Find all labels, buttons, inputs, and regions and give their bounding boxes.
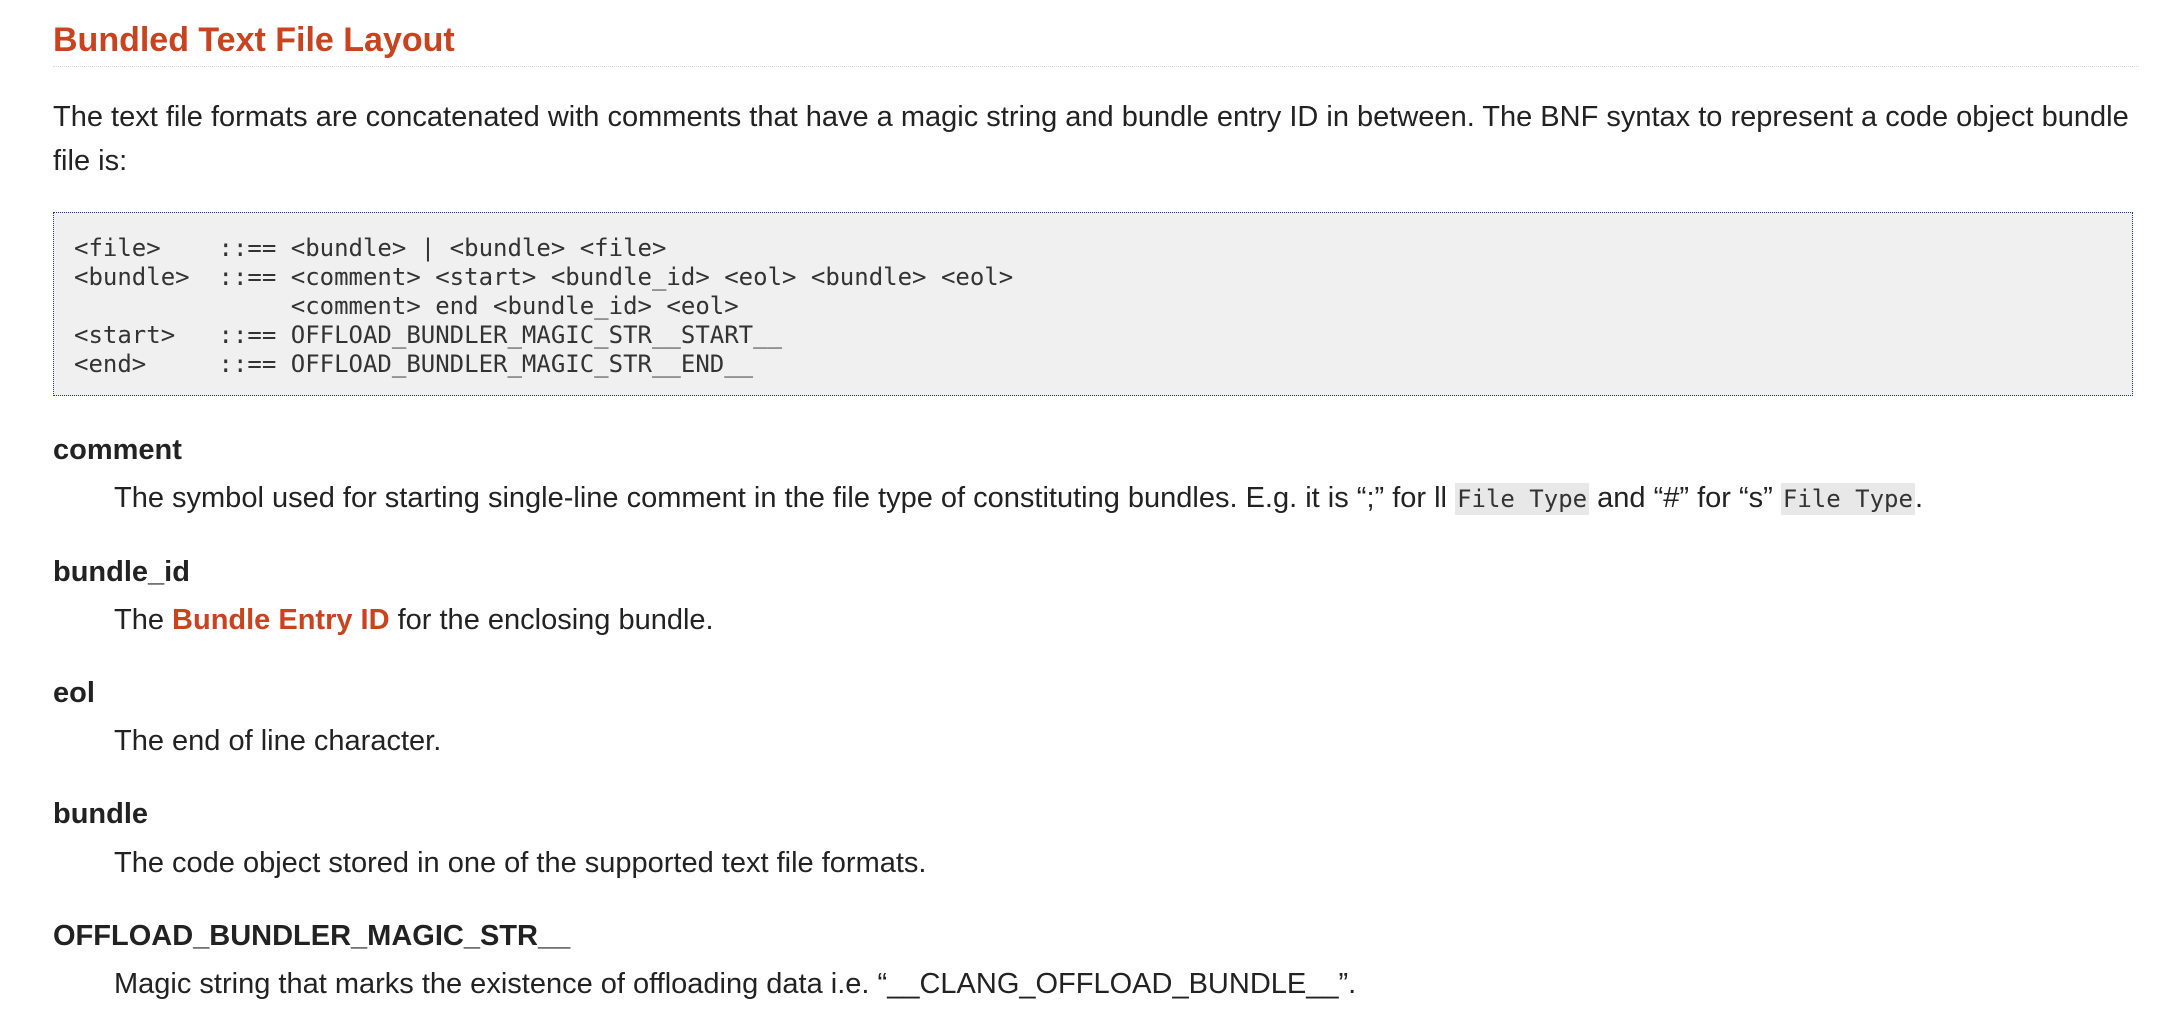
bnf-line-bundle-continued: <comment> end <bundle_id> <eol> [74,292,739,320]
documentation-page: Bundled Text File Layout The text file f… [0,0,2178,1024]
definition-magic-string: Magic string that marks the existence of… [114,968,1357,1000]
term-eol: eol [53,677,95,709]
definition-eol: The end of line character. [114,725,442,757]
term-bundle-id: bundle_id [53,556,190,588]
bnf-line-file: <file> ::== <bundle> | <bundle> <file> [74,234,667,262]
definition-comment-text: The symbol used for starting single-line… [114,482,1456,514]
definition-comment-text: and “#” for “s” [1589,482,1781,514]
definition-bundle-id-text: for the enclosing bundle. [389,604,714,636]
term-magic-string: OFFLOAD_BUNDLER_MAGIC_STR__ [53,920,571,952]
definition-bundle-id: The Bundle Entry ID for the enclosing bu… [114,600,714,640]
inline-code-file-type: File Type [1455,483,1590,515]
section-title: Bundled Text File Layout [53,14,2139,67]
bundle-entry-id-link[interactable]: Bundle Entry ID [172,604,390,636]
definition-comment-text: . [1914,482,1923,514]
intro-paragraph: The text file formats are concatenated w… [53,101,2129,177]
term-comment: comment [53,434,182,466]
definition-bundle-id-text: The [114,604,173,636]
definition-bundle: The code object stored in one of the sup… [114,847,927,879]
bnf-line-bundle: <bundle> ::== <comment> <start> <bundle_… [74,263,1014,291]
inline-code-file-type: File Type [1780,483,1915,515]
term-bundle: bundle [53,798,149,830]
bnf-code-block: <file> ::== <bundle> | <bundle> <file> <b… [53,212,2133,396]
bnf-line-start: <start> ::== OFFLOAD_BUNDLER_MAGIC_STR__… [74,321,783,349]
definition-comment: The symbol used for starting single-line… [114,478,1923,519]
bnf-line-end: <end> ::== OFFLOAD_BUNDLER_MAGIC_STR__EN… [74,350,754,378]
